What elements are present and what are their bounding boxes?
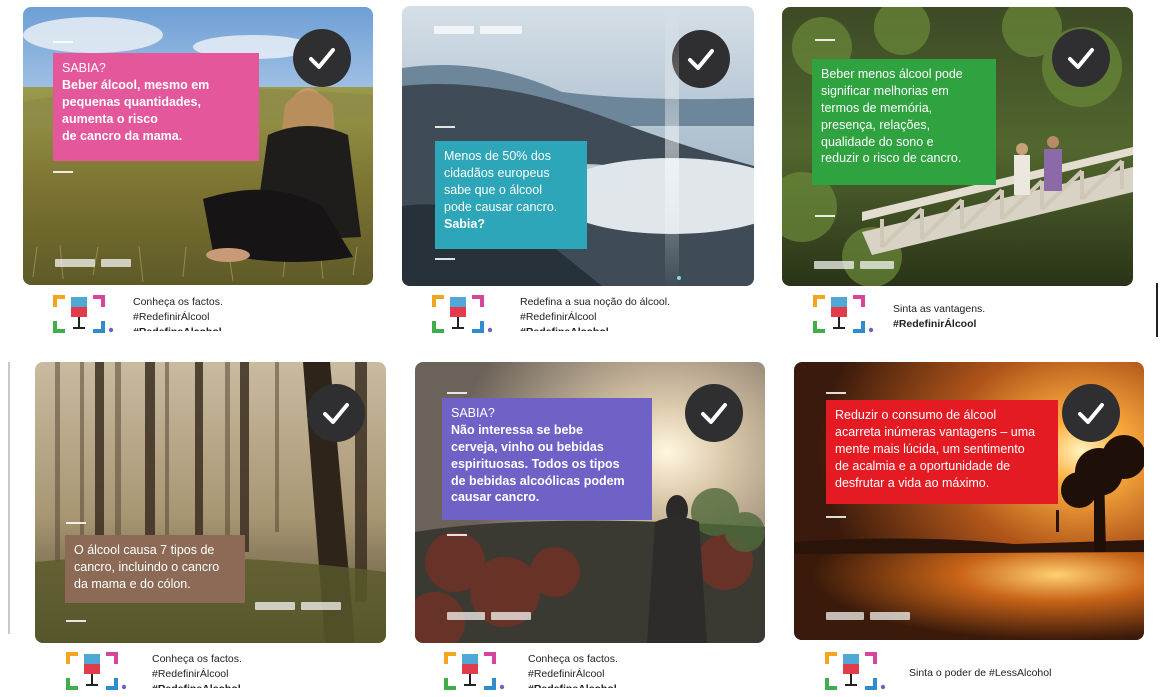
footer-text: Sinta o poder de #LessAlcohol [909, 666, 1051, 681]
campaign-card-2[interactable]: Menos de 50% dos cidadãos europeus sabe … [402, 6, 754, 286]
partner-logos [255, 602, 341, 610]
campaign-glass-logo [825, 652, 886, 690]
partner-logos [55, 259, 131, 267]
partner-logos [814, 261, 894, 269]
caption-box: SABIA? Não interessa se bebe cerveja, vi… [442, 398, 652, 520]
caption-line: cancro, incluindo o cancro [74, 559, 220, 574]
caption-line: cidadãos europeus [444, 165, 550, 180]
campaign-card-1[interactable]: SABIA? Beber álcool, mesmo em pequenas q… [23, 7, 373, 285]
divider-line [1156, 283, 1158, 337]
caption-line: causar cancro. [451, 490, 540, 505]
caption-line: aumenta o risco [62, 111, 158, 126]
caption-line: mente mais lúcida, um sentimento [835, 441, 1025, 456]
caption-line: de bebidas alcoólicas podem [451, 473, 625, 488]
footer-text: Conheça os factos. #RedefinirÁlcool #Red… [152, 652, 242, 688]
footer-line: Conheça os factos. [152, 653, 242, 665]
campaign-card-3[interactable]: Beber menos álcool pode significar melho… [782, 7, 1133, 286]
caption-line: de acalmia e a oportunidade de [835, 458, 1011, 473]
partner-logos [826, 612, 910, 620]
caption-line: Menos de 50% dos [444, 149, 552, 163]
caption-box: Reduzir o consumo de álcool acarreta inú… [826, 400, 1058, 504]
campaign-glass-logo [53, 295, 114, 333]
caption-line: Não interessa se bebe [451, 422, 584, 437]
checkmark-icon[interactable] [1052, 29, 1110, 87]
campaign-glass-logo [444, 652, 505, 690]
footer-hashtag[interactable]: #RedefinirÁlcool [133, 310, 223, 325]
footer-line: Redefina a sua noção do álcool. [520, 296, 671, 308]
caption-line: SABIA? [451, 406, 495, 420]
card-2-footer: Redefina a sua noção do álcool. #Redefin… [432, 293, 752, 333]
caption-line: pode causar cancro. [444, 199, 558, 214]
card-6-footer: Sinta o poder de #LessAlcohol [825, 650, 1125, 690]
footer-hashtag-cut[interactable]: #RedefineAlcohol [528, 682, 618, 688]
checkmark-icon[interactable] [293, 29, 351, 87]
footer-text: Redefina a sua noção do álcool. #Redefin… [520, 295, 670, 331]
caption-line: desfrutar a vida ao máximo. [835, 475, 990, 490]
caption-box: Beber menos álcool pode significar melho… [812, 59, 996, 185]
caption-box: Menos de 50% dos cidadãos europeus sabe … [435, 141, 587, 249]
checkmark-icon[interactable] [685, 384, 743, 442]
caption-emphasis: Sabia? [444, 216, 485, 231]
caption-line: presença, relações, [821, 117, 931, 132]
caption-line: significar melhorias em [821, 83, 949, 98]
footer-text: Conheça os factos. #RedefinirÁlcool #Red… [133, 295, 223, 331]
caption-line: cerveja, vinho ou bebidas [451, 439, 604, 454]
caption-line: O álcool causa 7 tipos de [74, 543, 215, 557]
footer-text: Sinta as vantagens. #RedefinirÁlcool [893, 302, 985, 332]
card-4-footer: Conheça os factos. #RedefinirÁlcool #Red… [66, 650, 366, 690]
caption-box: O álcool causa 7 tipos de cancro, inclui… [65, 535, 245, 603]
campaign-glass-logo [66, 652, 127, 690]
caption-line: Beber menos álcool pode [821, 67, 963, 81]
checkmark-icon[interactable] [307, 384, 365, 442]
caption-line: da mama e do cólon. [74, 576, 191, 591]
caption-line: reduzir o risco de cancro. [821, 151, 962, 166]
divider-line [8, 362, 10, 634]
checkmark-icon[interactable] [1062, 384, 1120, 442]
footer-line: Conheça os factos. [133, 296, 223, 308]
footer-hashtag-cut[interactable]: #RedefineAlcohol [520, 325, 670, 331]
footer-line: Sinta as vantagens. [893, 303, 986, 315]
card-5-footer: Conheça os factos. #RedefinirÁlcool #Red… [444, 650, 744, 690]
card-1-footer: Conheça os factos. #RedefinirÁlcool #Red… [53, 293, 353, 333]
partner-logos [447, 612, 531, 620]
campaign-glass-logo [813, 295, 874, 333]
campaign-card-4[interactable]: O álcool causa 7 tipos de cancro, inclui… [35, 362, 386, 643]
caption-line: de cancro da mama. [62, 128, 183, 143]
card-3-footer: Sinta as vantagens. #RedefinirÁlcool [813, 293, 1113, 333]
partner-logos-top [434, 26, 522, 34]
caption-line: SABIA? [62, 61, 106, 75]
checkmark-icon[interactable] [672, 30, 730, 88]
caption-line: acarreta inúmeras vantagens – uma [835, 424, 1036, 439]
caption-line: espirituosas. Todos os tipos [451, 456, 620, 471]
footer-hashtag[interactable]: #RedefinirÁlcool [152, 667, 242, 682]
caption-line: Reduzir o consumo de álcool [835, 408, 997, 422]
caption-box: SABIA? Beber álcool, mesmo em pequenas q… [53, 53, 259, 161]
caption-line: termos de memória, [821, 100, 933, 115]
footer-hashtag-cut[interactable]: #RedefineAlcohol [133, 325, 223, 331]
footer-hashtag-cut[interactable]: #RedefineAlcohol [152, 682, 242, 688]
footer-line[interactable]: Sinta o poder de #LessAlcohol [909, 666, 1051, 681]
footer-line: Conheça os factos. [528, 653, 618, 665]
footer-text: Conheça os factos. #RedefinirÁlcool #Red… [528, 652, 618, 688]
campaign-card-5[interactable]: SABIA? Não interessa se bebe cerveja, vi… [415, 362, 765, 643]
footer-hashtag[interactable]: #RedefinirÁlcool [520, 310, 670, 325]
caption-line: pequenas quantidades, [62, 94, 201, 109]
campaign-glass-logo [432, 295, 493, 333]
footer-hashtag[interactable]: #RedefinirÁlcool [528, 667, 618, 682]
campaign-card-6[interactable]: Reduzir o consumo de álcool acarreta inú… [794, 362, 1144, 640]
footer-hashtag[interactable]: #RedefinirÁlcool [893, 317, 985, 332]
caption-line: Beber álcool, mesmo em [62, 77, 210, 92]
light-beam [665, 6, 679, 288]
caption-line: qualidade do sono e [821, 134, 934, 149]
caption-line: sabe que o álcool [444, 182, 542, 197]
